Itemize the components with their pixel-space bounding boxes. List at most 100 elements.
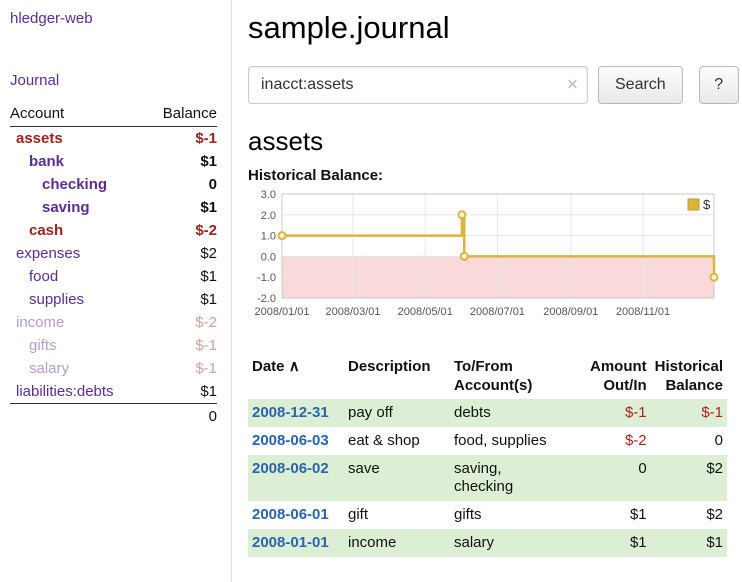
account-link-gifts[interactable]: gifts xyxy=(29,337,57,354)
register-row: 2008-12-31pay offdebts$-1$-1 xyxy=(248,399,727,427)
account-balance: $-1 xyxy=(146,357,217,380)
transaction-date-link[interactable]: 2008-06-01 xyxy=(252,506,329,523)
account-balance: $1 xyxy=(146,150,217,173)
transaction-description: pay off xyxy=(344,399,450,427)
account-link-saving[interactable]: saving xyxy=(42,199,90,216)
page-title: sample.journal xyxy=(248,10,739,46)
sort-asc-icon: ∧ xyxy=(289,358,300,375)
transaction-description: income xyxy=(344,529,450,557)
transaction-amount: $1 xyxy=(586,501,651,529)
account-balance: $-2 xyxy=(146,311,217,334)
clear-search-icon[interactable]: × xyxy=(567,76,578,95)
register-header-amount: Amount Out/In xyxy=(586,353,651,399)
account-balance: 0 xyxy=(146,173,217,196)
account-row: saving $1 xyxy=(10,196,217,219)
account-row: checking 0 xyxy=(10,173,217,196)
transaction-date-link[interactable]: 2008-12-31 xyxy=(252,404,329,421)
register-row: 2008-06-02savesaving, checking0$2 xyxy=(248,455,727,501)
svg-text:2008/11/01: 2008/11/01 xyxy=(616,306,670,318)
transaction-description: eat & shop xyxy=(344,427,450,455)
account-balance: $1 xyxy=(146,196,217,219)
transaction-accounts: gifts xyxy=(450,501,586,529)
svg-text:1.0: 1.0 xyxy=(261,231,276,243)
transaction-date-link[interactable]: 2008-06-02 xyxy=(252,460,329,477)
accounts-table: Account Balance assets$-1bank$1checking0… xyxy=(10,103,217,429)
account-link-supplies[interactable]: supplies xyxy=(29,291,84,308)
account-link-cash[interactable]: cash xyxy=(29,222,63,239)
account-row: supplies $1 xyxy=(10,288,217,311)
register-header-description: Description xyxy=(344,353,450,399)
transaction-date-link[interactable]: 2008-01-01 xyxy=(252,534,329,551)
transaction-amount: $1 xyxy=(586,529,651,557)
account-row: salary $-1 xyxy=(10,357,217,380)
register-header-row: Date ∧ Description To/From Account(s) Am… xyxy=(248,353,727,399)
account-link-salary[interactable]: salary xyxy=(29,360,69,377)
svg-text:0.0: 0.0 xyxy=(261,251,276,263)
register-header-balance: Historical Balance xyxy=(651,353,727,399)
transaction-amount: 0 xyxy=(586,455,651,501)
transaction-balance: $2 xyxy=(651,501,727,529)
transaction-balance: $2 xyxy=(651,455,727,501)
accounts-total-value: 0 xyxy=(146,404,217,430)
svg-text:-1.0: -1.0 xyxy=(257,272,276,284)
journal-link[interactable]: Journal xyxy=(10,72,217,89)
account-link-food[interactable]: food xyxy=(29,268,58,285)
transaction-accounts: food, supplies xyxy=(450,427,586,455)
account-link-liabilities-debts[interactable]: liabilities:debts xyxy=(16,383,114,400)
account-link-bank[interactable]: bank xyxy=(29,153,64,170)
svg-text:$: $ xyxy=(703,197,711,212)
transaction-balance: $-1 xyxy=(651,399,727,427)
section-heading: assets xyxy=(248,126,739,157)
search-input[interactable] xyxy=(248,66,588,104)
svg-text:2008/03/01: 2008/03/01 xyxy=(325,306,380,318)
transaction-description: save xyxy=(344,455,450,501)
account-balance: $1 xyxy=(146,288,217,311)
account-balance: $1 xyxy=(146,380,217,404)
accounts-header-row: Account Balance xyxy=(10,103,217,127)
register-row: 2008-06-03eat & shopfood, supplies$-20 xyxy=(248,427,727,455)
register-header-tofrom: To/From Account(s) xyxy=(450,353,586,399)
register-table: Date ∧ Description To/From Account(s) Am… xyxy=(248,353,727,557)
svg-text:2008/01/01: 2008/01/01 xyxy=(254,306,309,318)
transaction-balance: $1 xyxy=(651,529,727,557)
accounts-header-account: Account xyxy=(10,103,146,127)
account-balance: $1 xyxy=(146,265,217,288)
svg-text:2008/05/01: 2008/05/01 xyxy=(398,306,453,318)
svg-text:2.0: 2.0 xyxy=(261,210,276,222)
account-row: liabilities:debts $1 xyxy=(10,380,217,404)
svg-text:2008/09/01: 2008/09/01 xyxy=(543,306,598,318)
account-link-expenses[interactable]: expenses xyxy=(16,245,80,262)
main-content: sample.journal × Search ? assets Histori… xyxy=(232,0,742,582)
account-row: food $1 xyxy=(10,265,217,288)
account-row: gifts $-1 xyxy=(10,334,217,357)
account-row: income $-2 xyxy=(10,311,217,334)
accounts-total-row: 0 xyxy=(10,404,217,430)
account-row: expenses $2 xyxy=(10,242,217,265)
register-row: 2008-01-01incomesalary$1$1 xyxy=(248,529,727,557)
account-link-checking[interactable]: checking xyxy=(42,176,107,193)
historical-balance-chart: 3.0 2.0 1.0 0.0 -1.0 -2.02008/01/01 2008/03/01… xyxy=(248,186,722,332)
search-bar: × Search ? xyxy=(248,66,739,104)
transaction-description: gift xyxy=(344,501,450,529)
account-link-income[interactable]: income xyxy=(16,314,64,331)
transaction-amount: $-1 xyxy=(586,399,651,427)
transaction-amount: $-2 xyxy=(586,427,651,455)
app-logo-link[interactable]: hledger-web xyxy=(10,10,93,27)
register-header-date[interactable]: Date ∧ xyxy=(248,353,344,399)
transaction-date-link[interactable]: 2008-06-03 xyxy=(252,432,329,449)
search-button[interactable]: Search xyxy=(598,66,683,104)
account-link-assets[interactable]: assets xyxy=(16,130,63,147)
account-balance: $2 xyxy=(146,242,217,265)
svg-text:-2.0: -2.0 xyxy=(257,293,276,305)
account-balance: $-1 xyxy=(146,334,217,357)
chart-title: Historical Balance: xyxy=(248,167,739,184)
help-button[interactable]: ? xyxy=(699,66,739,104)
svg-text:3.0: 3.0 xyxy=(261,189,276,201)
search-box: × xyxy=(248,66,588,104)
account-row: assets$-1 xyxy=(10,127,217,151)
transaction-accounts: salary xyxy=(450,529,586,557)
sidebar: hledger-web Journal Account Balance asse… xyxy=(0,0,232,582)
svg-text:2008/07/01: 2008/07/01 xyxy=(470,306,525,318)
account-row: bank $1 xyxy=(10,150,217,173)
account-balance: $-2 xyxy=(146,219,217,242)
